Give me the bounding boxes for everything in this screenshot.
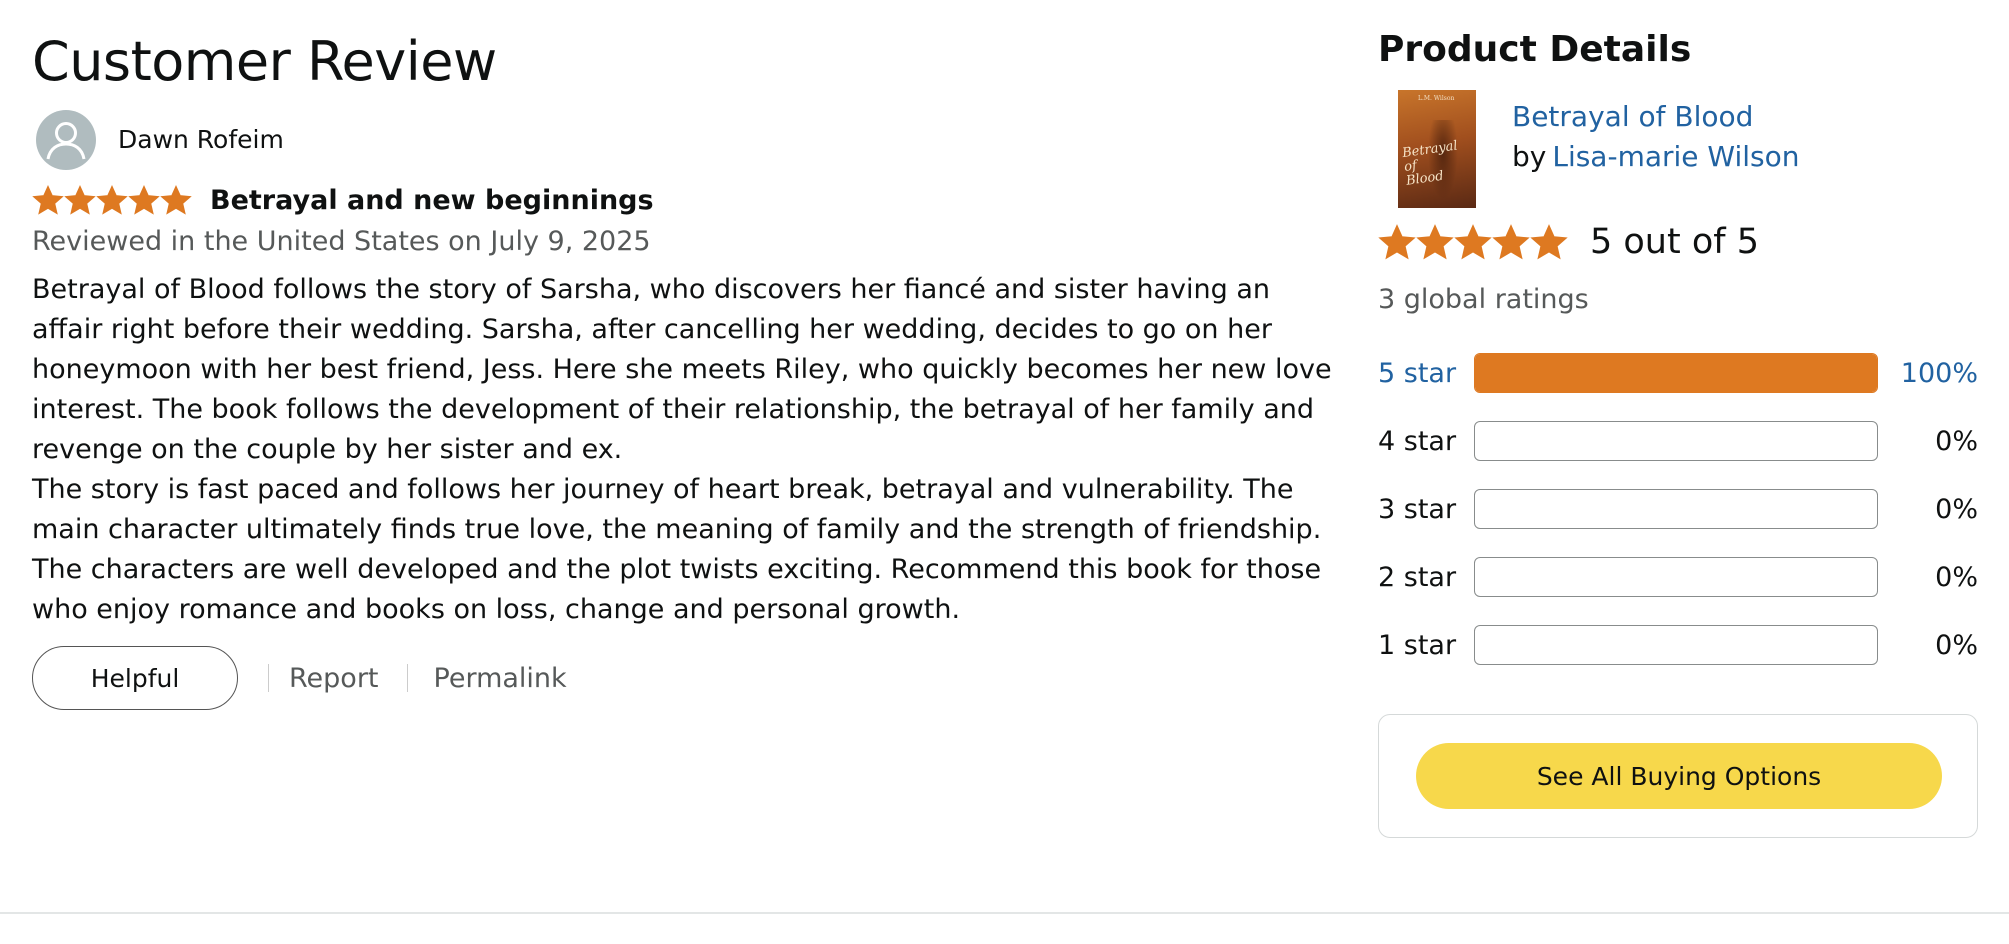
histogram-percent[interactable]: 0% xyxy=(1878,562,1978,593)
action-divider xyxy=(406,664,408,692)
section-divider xyxy=(0,912,2009,914)
histogram-bar[interactable] xyxy=(1474,489,1878,529)
page-title: Customer Review xyxy=(32,30,497,93)
review-paragraph: Betrayal of Blood follows the story of S… xyxy=(32,274,1332,465)
histogram-label[interactable]: 3 star xyxy=(1378,494,1474,525)
report-link[interactable]: Report xyxy=(289,663,379,694)
histogram-row[interactable]: 4 star 0% xyxy=(1378,420,1978,462)
star-filled-icon xyxy=(64,184,96,215)
histogram-row[interactable]: 1 star 0% xyxy=(1378,624,1978,666)
overall-rating-row: 5 out of 5 xyxy=(1378,218,1759,266)
star-filled-icon xyxy=(128,184,160,215)
histogram-label[interactable]: 2 star xyxy=(1378,562,1474,593)
histogram-label[interactable]: 5 star xyxy=(1378,358,1474,389)
permalink-link[interactable]: Permalink xyxy=(434,663,567,694)
cover-author: L.M. Wilson xyxy=(1418,95,1455,102)
star-filled-icon xyxy=(1378,224,1416,260)
avatar-icon xyxy=(36,110,96,170)
review-stars xyxy=(32,184,192,216)
histogram-percent[interactable]: 0% xyxy=(1878,494,1978,525)
reviewer-name[interactable]: Dawn Rofeim xyxy=(118,124,284,156)
review-date: Reviewed in the United States on July 9,… xyxy=(32,226,651,257)
histogram-bar-fill xyxy=(1475,354,1877,392)
global-ratings-count: 3 global ratings xyxy=(1378,284,1589,315)
star-filled-icon xyxy=(32,184,64,215)
review-body: Betrayal of Blood follows the story of S… xyxy=(32,270,1342,630)
by-label: by xyxy=(1512,140,1547,173)
histogram-row[interactable]: 5 star 100% xyxy=(1378,352,1978,394)
histogram-label[interactable]: 1 star xyxy=(1378,630,1474,661)
histogram-label[interactable]: 4 star xyxy=(1378,426,1474,457)
star-filled-icon xyxy=(96,184,128,215)
overall-stars xyxy=(1378,223,1568,261)
histogram-percent[interactable]: 100% xyxy=(1878,358,1978,389)
histogram-bar[interactable] xyxy=(1474,353,1878,393)
product-details-title: Product Details xyxy=(1378,29,1692,70)
buying-options-box: See All Buying Options xyxy=(1378,714,1978,838)
author-link[interactable]: Lisa-marie Wilson xyxy=(1552,140,1799,173)
see-all-buying-options-button[interactable]: See All Buying Options xyxy=(1416,743,1942,809)
star-filled-icon xyxy=(160,184,192,215)
histogram-bar[interactable] xyxy=(1474,557,1878,597)
review-title[interactable]: Betrayal and new beginnings xyxy=(210,185,654,216)
histogram-row[interactable]: 3 star 0% xyxy=(1378,488,1978,530)
histogram-row[interactable]: 2 star 0% xyxy=(1378,556,1978,598)
cover-title: Betrayal of Blood xyxy=(1401,137,1476,188)
star-filled-icon xyxy=(1416,224,1454,260)
histogram-percent[interactable]: 0% xyxy=(1878,630,1978,661)
review-rating-row: Betrayal and new beginnings xyxy=(32,180,654,220)
histogram-bar[interactable] xyxy=(1474,421,1878,461)
star-filled-icon xyxy=(1492,224,1530,260)
book-cover-image[interactable]: L.M. Wilson Betrayal of Blood xyxy=(1398,90,1476,208)
overall-rating-text: 5 out of 5 xyxy=(1590,222,1759,262)
book-title-link[interactable]: Betrayal of Blood xyxy=(1512,98,1753,136)
star-filled-icon xyxy=(1454,224,1492,260)
action-divider xyxy=(268,664,269,692)
book-author-row: by Lisa-marie Wilson xyxy=(1512,138,1800,176)
histogram-percent[interactable]: 0% xyxy=(1878,426,1978,457)
helpful-button[interactable]: Helpful xyxy=(32,646,238,710)
review-actions: Helpful Report Permalink xyxy=(32,646,567,710)
star-filled-icon xyxy=(1530,224,1568,260)
histogram-bar[interactable] xyxy=(1474,625,1878,665)
review-paragraph: The story is fast paced and follows her … xyxy=(32,474,1322,625)
reviewer: Dawn Rofeim xyxy=(36,108,284,172)
